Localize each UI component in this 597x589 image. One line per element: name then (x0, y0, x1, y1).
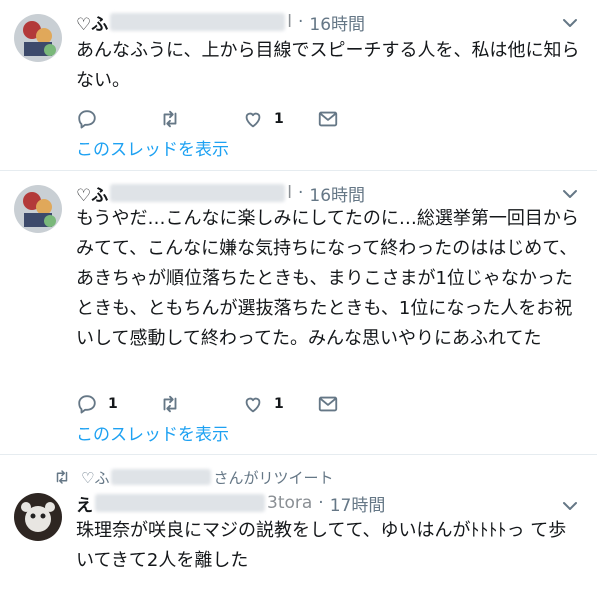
like-count: 1 (274, 111, 284, 127)
user-handle[interactable]: l (287, 12, 292, 32)
redacted-name (110, 184, 286, 202)
retweet-icon (56, 470, 68, 484)
retweet-button[interactable] (159, 392, 191, 416)
message-icon (318, 396, 338, 412)
user-name[interactable]: ♡ふ (76, 10, 108, 35)
like-icon (245, 112, 261, 128)
retweet-button[interactable] (159, 107, 191, 131)
tweet-header: ♡ふ l · 16時間 (76, 10, 365, 35)
timestamp[interactable]: 16時間 (309, 10, 365, 35)
redacted-name (110, 13, 286, 31)
chevron-down-icon[interactable] (561, 14, 579, 32)
avatar[interactable] (14, 14, 62, 62)
tweet-3[interactable]: え 3tora · 17時間 珠理奈が咲良にマジの説教をしてて、ゆいはんがﾄﾄﾄ… (0, 489, 597, 589)
separator: · (318, 493, 324, 513)
retweet-notice: ♡ふ さんがリツイート (53, 466, 333, 488)
user-handle[interactable]: 3tora (267, 493, 312, 513)
avatar[interactable] (14, 185, 62, 233)
tweet-text: あんなふうに、上から目線でスピーチする人を、私は他に知らない。 (76, 40, 580, 91)
reply-button[interactable]: 1 (76, 392, 118, 416)
tweet-2[interactable]: ♡ふ l · 16時間 もうやだ…こんなに楽しみにしてたのに…総選挙第一回目から… (0, 171, 597, 455)
tweet-1[interactable]: ♡ふ l · 16時間 あんなふうに、上から目線でスピーチする人を、私は他に知ら… (0, 0, 597, 171)
user-name[interactable]: ♡ふ (76, 181, 108, 206)
retweet-icon (163, 110, 177, 128)
timestamp[interactable]: 16時間 (309, 181, 365, 206)
tweet-header: ♡ふ l · 16時間 (76, 181, 365, 206)
chevron-down-icon[interactable] (561, 497, 579, 515)
reply-button[interactable] (76, 107, 108, 131)
tweet-actions: 1 (76, 107, 376, 131)
message-icon (318, 111, 338, 127)
separator: · (297, 183, 304, 203)
retweet-notice-text: さんがリツイート (213, 468, 334, 487)
reply-icon (78, 110, 96, 129)
redacted-name (111, 469, 212, 485)
retweeter-name[interactable]: ♡ふ (81, 467, 109, 488)
user-handle[interactable]: l (287, 183, 292, 203)
like-count: 1 (274, 396, 284, 412)
show-thread-link[interactable]: このスレッドを表示 (76, 420, 229, 445)
retweet-icon (163, 395, 177, 413)
chevron-down-icon[interactable] (561, 185, 579, 203)
show-thread-link[interactable]: このスレッドを表示 (76, 135, 229, 160)
message-button[interactable] (317, 392, 339, 416)
message-button[interactable] (317, 107, 339, 131)
tweet-text: 珠理奈が咲良にマジの説教をしてて、ゆいはんがﾄﾄﾄﾄっ て歩いてきて2人を離した (76, 520, 567, 571)
like-icon (245, 397, 261, 413)
tweet-header: え 3tora · 17時間 (76, 491, 386, 516)
reply-count: 1 (108, 396, 118, 412)
user-name[interactable]: え (76, 491, 93, 516)
tweet-actions: 1 1 (76, 392, 376, 416)
avatar[interactable] (14, 493, 62, 541)
redacted-name (95, 494, 265, 512)
separator: · (297, 12, 304, 32)
reply-icon (78, 395, 96, 414)
like-button[interactable]: 1 (242, 392, 284, 416)
timestamp[interactable]: 17時間 (330, 491, 386, 516)
like-button[interactable]: 1 (242, 107, 284, 131)
tweet-text: もうやだ…こんなに楽しみにしてたのに…総選挙第一回目からみてて、こんなに嫌な気持… (76, 208, 579, 349)
